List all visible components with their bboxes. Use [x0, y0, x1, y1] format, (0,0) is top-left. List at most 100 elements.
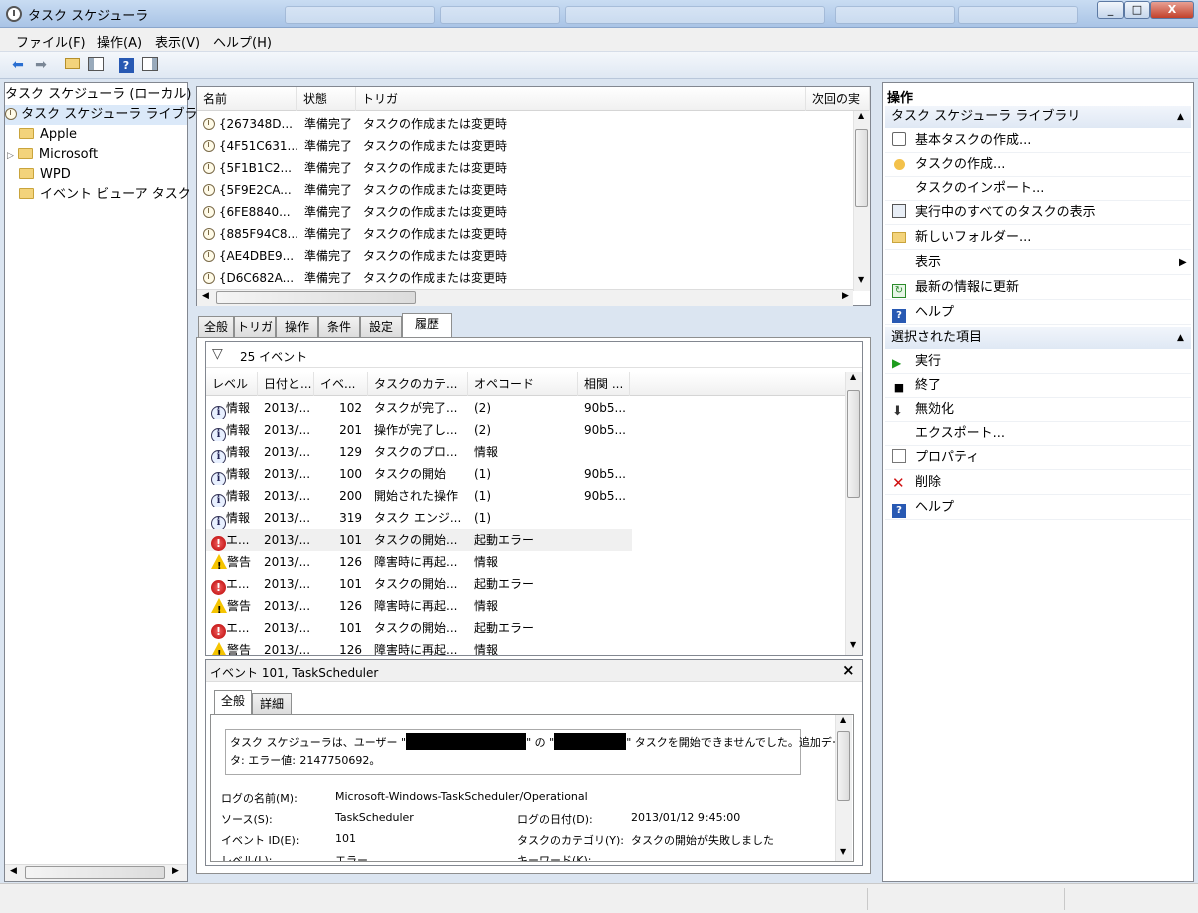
expand-arrow-icon[interactable]: ▷	[7, 151, 14, 161]
actions-section-library[interactable]: タスク スケジューラ ライブラリ ▲	[885, 106, 1191, 128]
show-hide-action-pane-icon[interactable]	[140, 56, 160, 75]
task-row[interactable]: {6FE8840... 準備完了 タスクの作成または変更時	[197, 201, 853, 223]
filter-icon[interactable]: ▽	[212, 346, 223, 362]
task-row[interactable]: {267348D... 準備完了 タスクの作成または変更時	[197, 113, 853, 135]
col-opcode[interactable]: オペコード	[468, 372, 578, 396]
scroll-up-icon[interactable]: ▲	[858, 111, 864, 120]
minimize-button[interactable]: _	[1097, 1, 1124, 19]
scroll-up-icon[interactable]: ▲	[850, 372, 856, 381]
tree-folder-eventviewer[interactable]: イベント ビューア タスク	[19, 185, 191, 205]
tab-general[interactable]: 全般	[198, 316, 234, 337]
actions-section-selected[interactable]: 選択された項目 ▲	[885, 327, 1191, 349]
action-refresh[interactable]: ↻ 最新の情報に更新	[885, 276, 1191, 300]
scroll-left-icon[interactable]: ◀	[10, 866, 17, 876]
scroll-down-icon[interactable]: ▼	[858, 275, 864, 284]
scroll-thumb[interactable]	[847, 390, 860, 498]
scroll-right-icon[interactable]: ▶	[172, 866, 179, 876]
tab-actions[interactable]: 操作	[276, 316, 318, 337]
col-trigger[interactable]: トリガ	[356, 87, 806, 111]
scroll-down-icon[interactable]: ▼	[840, 847, 846, 856]
menu-file[interactable]: ファイル(F)	[16, 32, 86, 51]
tree-root[interactable]: タスク スケジューラ (ローカル)	[5, 85, 192, 105]
col-next-run[interactable]: 次回の実	[806, 87, 870, 111]
action-run[interactable]: ▶ 実行	[885, 350, 1191, 374]
history-row[interactable]: i 情報 2013/... 319 タスク エンジ... (1)	[206, 507, 632, 529]
tab-settings[interactable]: 設定	[360, 316, 402, 337]
scroll-up-icon[interactable]: ▲	[840, 715, 846, 724]
up-folder-icon[interactable]	[62, 56, 82, 75]
action-view[interactable]: 表示 ▶	[885, 251, 1191, 275]
scroll-left-icon[interactable]: ◀	[202, 291, 209, 301]
history-row[interactable]: i 情報 2013/... 102 タスクが完了... (2) 90b5...	[206, 397, 632, 419]
tab-triggers[interactable]: トリガ	[234, 316, 276, 337]
detail-vscrollbar[interactable]: ▲ ▼	[835, 715, 852, 861]
history-row[interactable]: 警告 2013/... 126 障害時に再起... 情報	[206, 551, 632, 573]
menu-help[interactable]: ヘルプ(H)	[213, 32, 272, 51]
task-row[interactable]: {885F94C8... 準備完了 タスクの作成または変更時	[197, 223, 853, 245]
history-row[interactable]: i 情報 2013/... 201 操作が完了し... (2) 90b5...	[206, 419, 632, 441]
action-import-task[interactable]: タスクのインポート...	[885, 177, 1191, 201]
task-row[interactable]: {D6C682A... 準備完了 タスクの作成または変更時	[197, 267, 853, 289]
category-cell: タスクの開始...	[374, 621, 458, 635]
history-row[interactable]: 警告 2013/... 126 障害時に再起... 情報	[206, 639, 632, 655]
history-row[interactable]: ! エ... 2013/... 101 タスクの開始... 起動エラー	[206, 617, 632, 639]
scroll-thumb[interactable]	[25, 866, 165, 879]
action-delete[interactable]: ✕ 削除	[885, 471, 1191, 495]
detail-tab-general[interactable]: 全般	[214, 690, 252, 714]
show-hide-tree-icon[interactable]	[86, 56, 106, 75]
task-row[interactable]: {4F51C631... 準備完了 タスクの作成または変更時	[197, 135, 853, 157]
action-properties[interactable]: プロパティ	[885, 446, 1191, 470]
col-name[interactable]: 名前	[197, 87, 297, 111]
history-row[interactable]: i 情報 2013/... 129 タスクのプロ... 情報	[206, 441, 632, 463]
task-row[interactable]: {5F9E2CA... 準備完了 タスクの作成または変更時	[197, 179, 853, 201]
close-button[interactable]: X	[1150, 1, 1194, 19]
col-level[interactable]: レベル	[206, 372, 258, 396]
action-disable[interactable]: ⬇ 無効化	[885, 398, 1191, 422]
maximize-button[interactable]: □	[1124, 1, 1150, 19]
tree-folder-wpd[interactable]: WPD	[19, 165, 71, 185]
task-vscrollbar[interactable]: ▲ ▼	[853, 111, 870, 291]
action-display-running[interactable]: 実行中のすべてのタスクの表示	[885, 201, 1191, 225]
action-new-folder[interactable]: 新しいフォルダー...	[885, 226, 1191, 250]
tab-history[interactable]: 履歴	[402, 313, 452, 337]
scroll-thumb[interactable]	[837, 731, 850, 801]
detail-tab-detail[interactable]: 詳細	[252, 693, 292, 714]
task-hscrollbar[interactable]: ◀ ▶	[197, 289, 853, 306]
history-row[interactable]: i 情報 2013/... 200 開始された操作 (1) 90b5...	[206, 485, 632, 507]
action-help[interactable]: ? ヘルプ	[885, 301, 1191, 325]
col-event-id[interactable]: イベ...	[314, 372, 368, 396]
tree-hscrollbar[interactable]: ◀ ▶	[5, 864, 187, 881]
scroll-thumb[interactable]	[855, 129, 868, 207]
menu-action[interactable]: 操作(A)	[97, 32, 142, 51]
forward-arrow-icon[interactable]: ➡	[31, 56, 51, 75]
tree-library[interactable]: タスク スケジューラ ライブラリ	[5, 105, 211, 125]
close-icon[interactable]: ×	[842, 661, 855, 679]
action-create-task[interactable]: タスクの作成...	[885, 153, 1191, 177]
menu-view[interactable]: 表示(V)	[155, 32, 200, 51]
history-vscrollbar[interactable]: ▲ ▼	[845, 372, 862, 655]
collapse-icon[interactable]: ▲	[1177, 106, 1184, 128]
scroll-right-icon[interactable]: ▶	[842, 291, 849, 301]
col-status[interactable]: 状態	[297, 87, 356, 111]
task-row[interactable]: {5F1B1C2... 準備完了 タスクの作成または変更時	[197, 157, 853, 179]
action-export[interactable]: エクスポート...	[885, 422, 1191, 446]
action-create-basic-task[interactable]: 基本タスクの作成...	[885, 129, 1191, 153]
history-row[interactable]: ! エ... 2013/... 101 タスクの開始... 起動エラー	[206, 529, 632, 551]
collapse-icon[interactable]: ▲	[1177, 327, 1184, 349]
tree-folder-apple[interactable]: Apple	[19, 125, 77, 145]
history-row[interactable]: ! エ... 2013/... 101 タスクの開始... 起動エラー	[206, 573, 632, 595]
history-row[interactable]: 警告 2013/... 126 障害時に再起... 情報	[206, 595, 632, 617]
task-row[interactable]: {AE4DBE9... 準備完了 タスクの作成または変更時	[197, 245, 853, 267]
help-icon[interactable]: ?	[116, 56, 136, 75]
action-end[interactable]: ■ 終了	[885, 374, 1191, 398]
col-date[interactable]: 日付と...	[258, 372, 314, 396]
tab-conditions[interactable]: 条件	[318, 316, 360, 337]
col-task-category[interactable]: タスクのカテ...	[368, 372, 468, 396]
action-help-selected[interactable]: ? ヘルプ	[885, 496, 1191, 520]
scroll-down-icon[interactable]: ▼	[850, 640, 856, 649]
history-row[interactable]: i 情報 2013/... 100 タスクの開始 (1) 90b5...	[206, 463, 632, 485]
scroll-thumb[interactable]	[216, 291, 416, 304]
col-correlation[interactable]: 相関 ...	[578, 372, 630, 396]
tree-folder-microsoft[interactable]: ▷ Microsoft	[7, 145, 98, 165]
back-arrow-icon[interactable]: ⬅	[8, 56, 28, 75]
